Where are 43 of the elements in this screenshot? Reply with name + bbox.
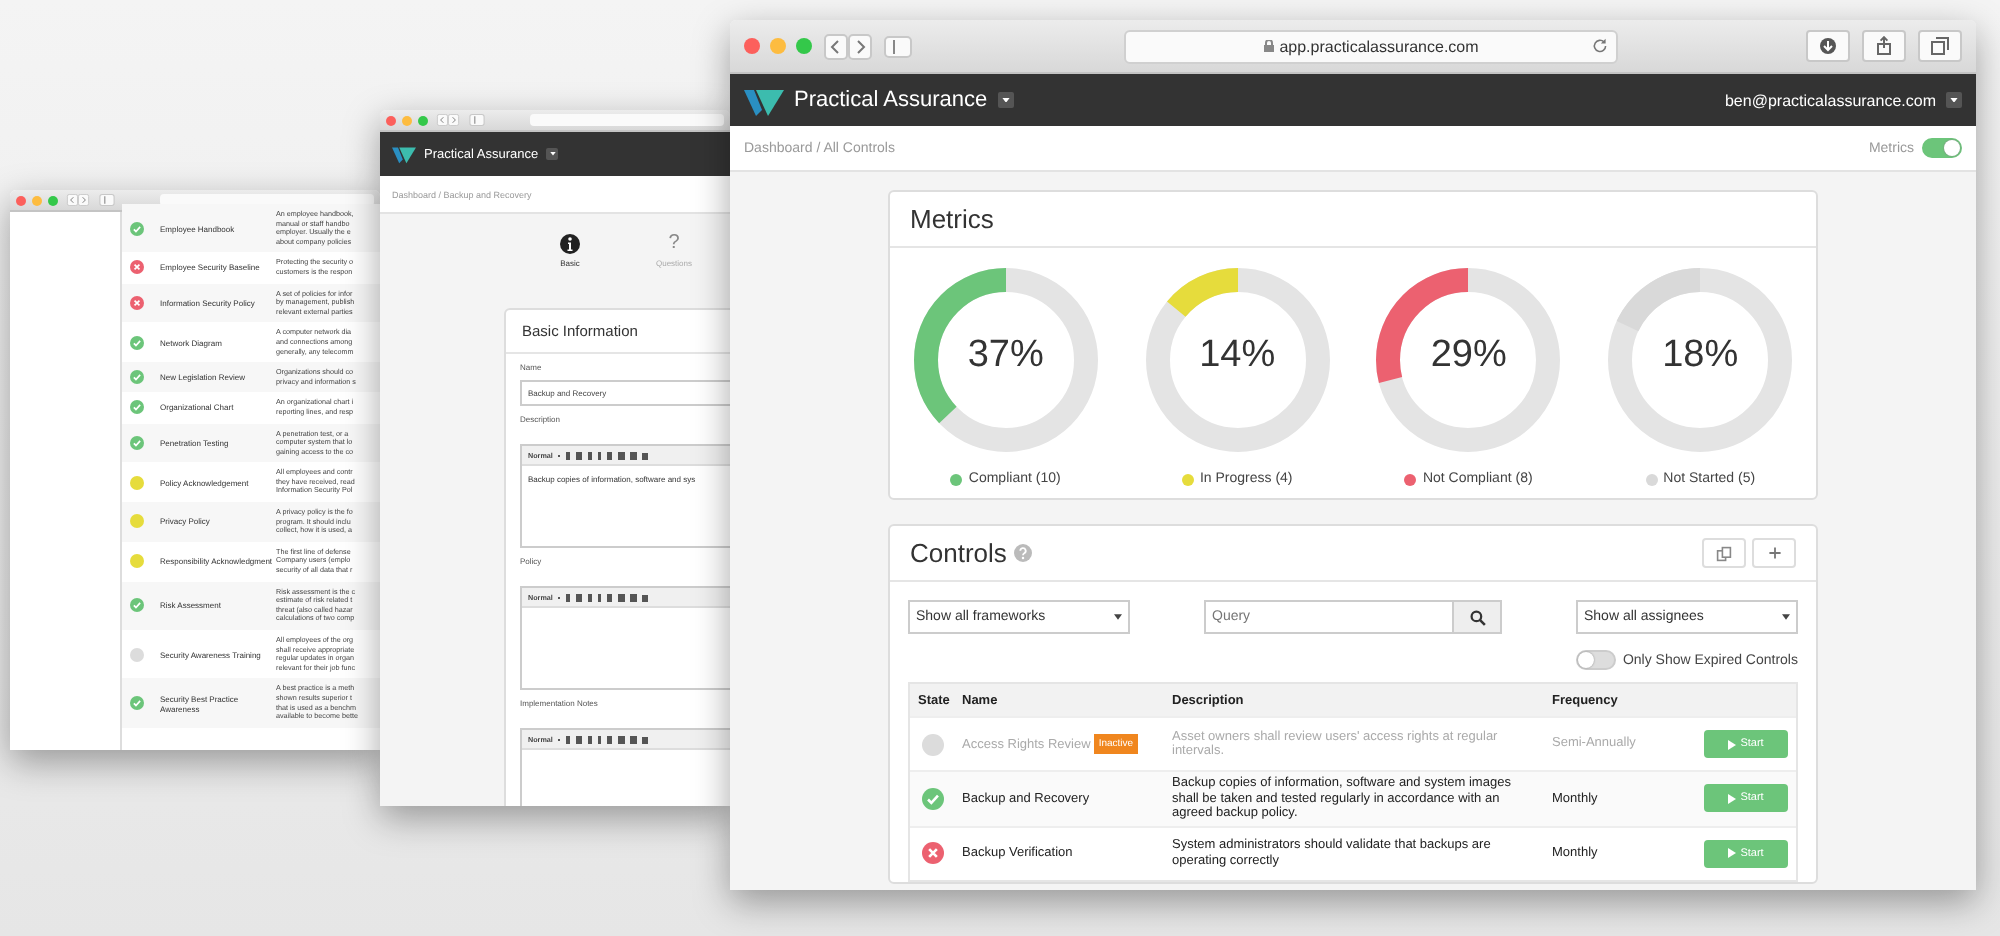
plus-icon bbox=[1767, 546, 1781, 560]
play-icon bbox=[1728, 739, 1737, 749]
card-title: Metrics bbox=[910, 204, 994, 234]
dropdown-caret-icon[interactable] bbox=[997, 92, 1014, 108]
download-icon[interactable] bbox=[1806, 30, 1850, 62]
dropdown-caret-icon[interactable] bbox=[546, 148, 559, 160]
sidebar-icon[interactable] bbox=[468, 114, 486, 126]
logo-icon[interactable] bbox=[744, 84, 784, 116]
play-icon bbox=[1728, 793, 1737, 804]
question-icon: ? bbox=[668, 234, 680, 254]
percent-value: 14% bbox=[1197, 334, 1278, 378]
info-icon bbox=[560, 234, 580, 254]
percent-value: 37% bbox=[965, 334, 1046, 378]
card-title: Controls bbox=[910, 538, 1007, 568]
logo-icon[interactable] bbox=[392, 144, 416, 164]
percent-value: 29% bbox=[1428, 334, 1509, 378]
reload-icon[interactable] bbox=[1592, 37, 1608, 53]
address-field[interactable]: app.practicalassurance.com bbox=[1124, 29, 1618, 63]
address-field[interactable] bbox=[530, 114, 724, 126]
add-button[interactable] bbox=[1752, 538, 1796, 568]
metrics-toggle[interactable] bbox=[1922, 138, 1962, 158]
sidebar-icon[interactable] bbox=[884, 35, 912, 57]
copy-button[interactable] bbox=[1702, 538, 1746, 568]
app-title[interactable]: Practical Assurance bbox=[794, 88, 988, 112]
search-button[interactable] bbox=[1452, 600, 1502, 634]
expired-toggle[interactable] bbox=[1576, 650, 1617, 670]
url-text: app.practicalassurance.com bbox=[1279, 37, 1479, 55]
play-icon bbox=[1728, 848, 1737, 858]
share-icon[interactable] bbox=[1862, 30, 1906, 62]
back-forward-icon[interactable] bbox=[824, 33, 872, 59]
caret-icon bbox=[1114, 614, 1122, 620]
lock-icon bbox=[1263, 40, 1274, 52]
search-icon bbox=[1469, 609, 1485, 625]
tabs-icon[interactable] bbox=[1918, 30, 1962, 62]
back-forward-icon[interactable] bbox=[432, 114, 464, 126]
caret-icon bbox=[1782, 614, 1790, 620]
percent-value: 18% bbox=[1660, 334, 1741, 378]
user-menu[interactable]: ben@practicalassurance.com bbox=[1724, 91, 1936, 109]
dropdown-caret-icon[interactable] bbox=[1946, 92, 1962, 108]
copy-icon bbox=[1716, 545, 1732, 561]
back-forward-icon[interactable] bbox=[62, 194, 94, 206]
sidebar-icon[interactable] bbox=[98, 194, 116, 206]
help-icon[interactable] bbox=[1014, 544, 1033, 562]
